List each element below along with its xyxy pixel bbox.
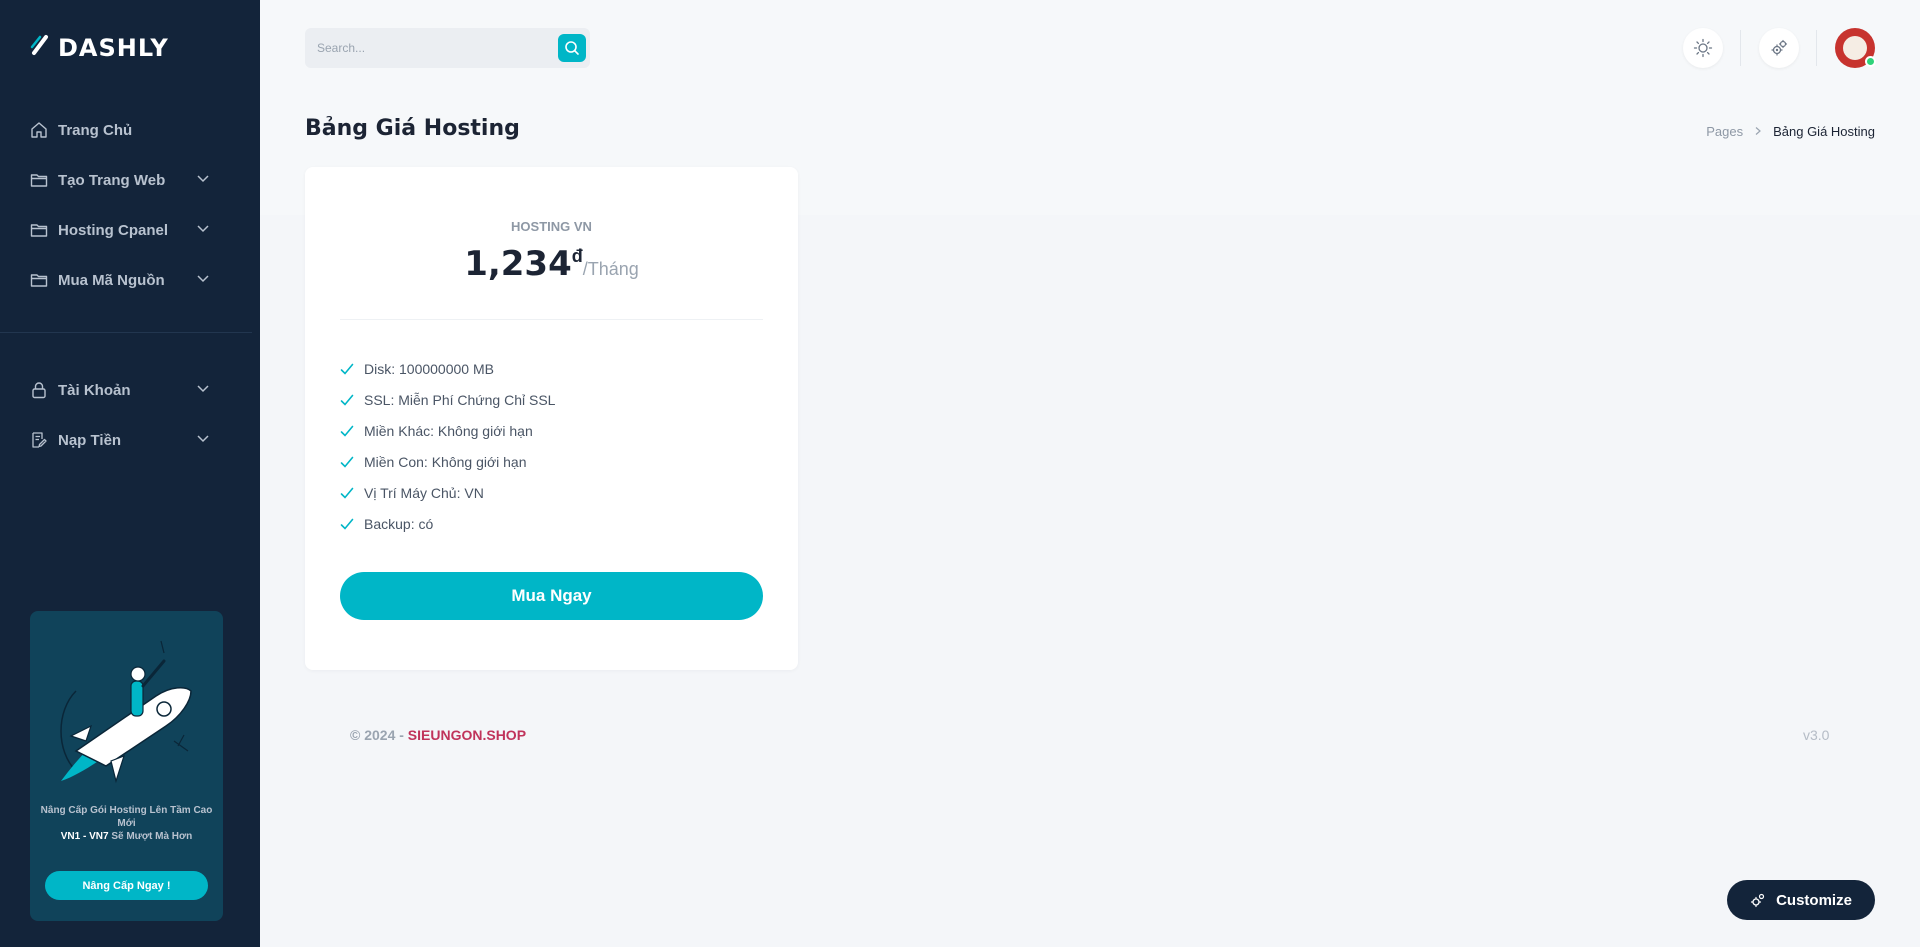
folder-icon: [30, 221, 48, 239]
header-divider: [1816, 30, 1817, 66]
sun-icon: [1693, 38, 1713, 58]
chevron-down-icon: [196, 431, 210, 450]
gears-icon: [1750, 892, 1766, 908]
copyright-text: © 2024 -: [350, 727, 408, 743]
rocket-illustration: [60, 640, 192, 784]
sidebar-item-label: Trang Chủ: [58, 121, 133, 139]
gears-icon: [1769, 38, 1789, 58]
sidebar: DASHLY Trang Chủ Tạo Trang Web Hosting C…: [0, 0, 260, 947]
feature-item: Vị Trí Máy Chủ: VN: [340, 477, 555, 508]
avatar-image: [1843, 36, 1867, 60]
folder-icon: [30, 271, 48, 289]
card-divider: [340, 319, 763, 320]
sidebar-item-label: Tài Khoản: [58, 381, 131, 399]
sidebar-item-trang-chu[interactable]: Trang Chủ: [0, 105, 260, 155]
sidebar-item-label: Nạp Tiền: [58, 431, 122, 449]
feature-item: SSL: Miễn Phí Chứng Chỉ SSL: [340, 384, 555, 415]
feature-text: Miền Con: Không giới hạn: [364, 453, 527, 470]
promo-line-2: Sẽ Mượt Mà Hơn: [108, 831, 193, 842]
feature-text: Vị Trí Máy Chủ: VN: [364, 484, 484, 501]
promo-line-1: Nâng Cấp Gói Hosting Lên Tầm Cao Mới: [40, 805, 213, 829]
feature-item: Miền Con: Không giới hạn: [340, 446, 555, 477]
buy-now-button[interactable]: Mua Ngay: [340, 572, 763, 620]
promo-highlight: VN1 - VN7: [60, 831, 109, 842]
brand-name: DASHLY: [58, 33, 169, 62]
header-divider: [1740, 30, 1741, 66]
price-row: 1,234đ/Tháng: [305, 244, 798, 284]
search-button[interactable]: [558, 34, 586, 62]
sidebar-item-tai-khoan[interactable]: Tài Khoản: [0, 365, 260, 415]
chevron-down-icon: [196, 171, 210, 190]
folder-icon: [30, 171, 48, 189]
upgrade-promo-card: Nâng Cấp Gói Hosting Lên Tầm Cao Mới VN1…: [30, 611, 223, 921]
chevron-right-icon: [1753, 124, 1763, 139]
check-icon: [340, 393, 364, 407]
footer-copyright: © 2024 - SIEUNGON.SHOP: [350, 727, 526, 743]
feature-item: Disk: 100000000 MB: [340, 353, 555, 384]
check-icon: [340, 455, 364, 469]
chevron-down-icon: [196, 381, 210, 400]
sidebar-divider: [0, 332, 252, 333]
check-icon: [340, 486, 364, 500]
page-title: Bảng Giá Hosting: [305, 116, 520, 141]
feature-item: Backup: có: [340, 508, 555, 539]
main-nav: Trang Chủ Tạo Trang Web Hosting Cpanel M…: [0, 105, 260, 305]
plan-price: 1,234: [464, 244, 572, 284]
sidebar-item-label: Hosting Cpanel: [58, 221, 169, 239]
theme-toggle-button[interactable]: [1683, 28, 1723, 68]
home-icon: [30, 121, 48, 139]
upgrade-now-button[interactable]: Nâng Cấp Ngay !: [45, 871, 208, 900]
search-box: [305, 28, 590, 68]
settings-button[interactable]: [1759, 28, 1799, 68]
search-icon: [564, 40, 580, 56]
account-nav: Tài Khoản Nạp Tiền: [0, 365, 260, 465]
avatar[interactable]: [1835, 28, 1876, 68]
sidebar-item-nap-tien[interactable]: Nạp Tiền: [0, 415, 260, 465]
footer-version: v3.0: [1803, 727, 1830, 743]
search-input[interactable]: [317, 28, 547, 68]
breadcrumb: Pages Bảng Giá Hosting: [1706, 124, 1875, 139]
feature-text: Backup: có: [364, 515, 434, 532]
slash-logo-icon: [30, 33, 50, 62]
edit-note-icon: [30, 431, 48, 449]
lock-icon: [30, 381, 48, 399]
brand-logo[interactable]: DASHLY: [30, 33, 169, 62]
sidebar-item-label: Tạo Trang Web: [58, 171, 166, 189]
pricing-card: HOSTING VN 1,234đ/Tháng Disk: 100000000 …: [305, 167, 798, 670]
feature-list: Disk: 100000000 MB SSL: Miễn Phí Chứng C…: [340, 353, 555, 539]
customize-button[interactable]: Customize: [1727, 880, 1875, 920]
promo-text: Nâng Cấp Gói Hosting Lên Tầm Cao Mới VN1…: [40, 804, 213, 843]
sidebar-item-hosting-cpanel[interactable]: Hosting Cpanel: [0, 205, 260, 255]
breadcrumb-current: Bảng Giá Hosting: [1773, 124, 1875, 139]
plan-name: HOSTING VN: [511, 219, 592, 234]
check-icon: [340, 362, 364, 376]
online-status-dot: [1865, 56, 1876, 67]
plan-currency: đ: [571, 246, 583, 266]
check-icon: [340, 517, 364, 531]
chevron-down-icon: [196, 221, 210, 240]
feature-text: SSL: Miễn Phí Chứng Chỉ SSL: [364, 391, 556, 408]
plan-period: /Tháng: [582, 259, 639, 279]
feature-item: Miền Khác: Không giới hạn: [340, 415, 555, 446]
feature-text: Miền Khác: Không giới hạn: [364, 422, 533, 439]
feature-text: Disk: 100000000 MB: [364, 360, 494, 377]
breadcrumb-pages-link[interactable]: Pages: [1706, 124, 1743, 139]
check-icon: [340, 424, 364, 438]
sidebar-item-mua-ma-nguon[interactable]: Mua Mã Nguồn: [0, 255, 260, 305]
footer-site-link[interactable]: SIEUNGON.SHOP: [408, 727, 526, 743]
chevron-down-icon: [196, 271, 210, 290]
sidebar-item-label: Mua Mã Nguồn: [58, 271, 165, 289]
sidebar-item-tao-trang-web[interactable]: Tạo Trang Web: [0, 155, 260, 205]
customize-label: Customize: [1776, 891, 1852, 909]
